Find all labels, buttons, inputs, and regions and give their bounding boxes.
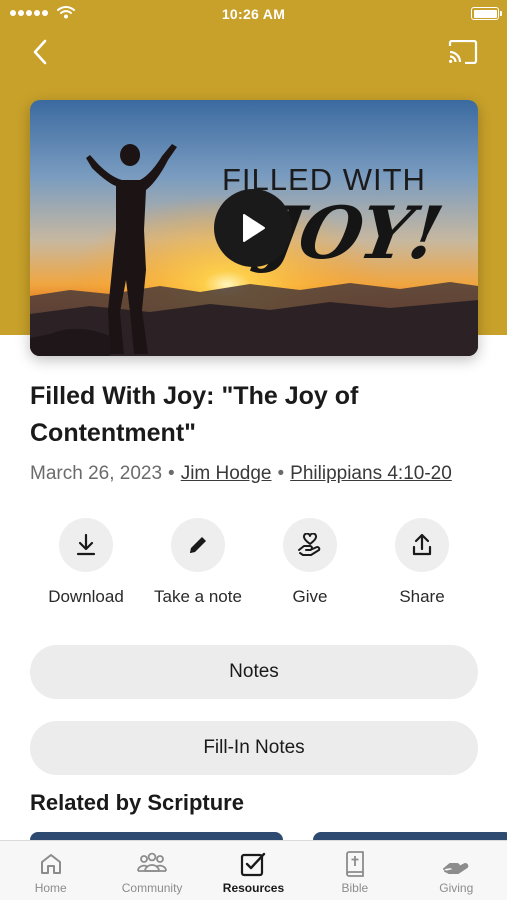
give-label: Give xyxy=(292,587,328,606)
play-button[interactable] xyxy=(214,189,292,267)
share-button[interactable]: Share xyxy=(366,518,478,607)
cast-icon xyxy=(448,40,478,64)
tab-giving-label: Giving xyxy=(439,881,474,895)
bible-icon xyxy=(345,851,364,877)
pencil-icon xyxy=(171,518,225,572)
share-label: Share xyxy=(399,587,445,606)
download-label: Download xyxy=(48,587,124,606)
tab-home[interactable]: Home xyxy=(0,841,101,900)
tab-community[interactable]: Community xyxy=(101,841,202,900)
take-note-button[interactable]: Take a note xyxy=(142,518,254,607)
sermon-title: Filled With Joy: "The Joy of Contentment… xyxy=(30,382,359,447)
status-bar: 10:26 AM xyxy=(0,0,507,28)
related-section-title: Related by Scripture xyxy=(30,790,244,815)
home-icon xyxy=(40,854,61,874)
tab-bar: Home Community Resources Bible Giving xyxy=(0,840,507,900)
back-button[interactable] xyxy=(26,36,54,68)
meta-separator: • xyxy=(168,463,175,484)
meta-separator: • xyxy=(277,463,285,484)
fill-in-notes-button-label: Fill-In Notes xyxy=(203,737,305,758)
give-hand-heart-icon xyxy=(283,518,337,572)
giving-icon xyxy=(443,863,469,874)
sermon-video-thumbnail[interactable]: FILLED WITH JOY! xyxy=(30,100,478,356)
tab-community-label: Community xyxy=(121,881,183,895)
resources-icon xyxy=(241,852,266,877)
sermon-date: March 26, 2023 xyxy=(30,463,163,484)
notes-button[interactable]: Notes xyxy=(30,645,478,699)
tab-resources[interactable]: Resources xyxy=(203,841,304,900)
cast-button[interactable] xyxy=(447,38,479,66)
share-icon xyxy=(395,518,449,572)
status-time: 10:26 AM xyxy=(221,6,286,22)
chevron-left-icon xyxy=(33,39,47,65)
sermon-meta: March 26, 2023 • Jim Hodge • Philippians 4:1… xyxy=(30,463,500,485)
tab-bible-label: Bible xyxy=(341,881,369,895)
download-button[interactable]: Download xyxy=(30,518,142,607)
tab-giving[interactable]: Giving xyxy=(406,841,507,900)
tab-home-label: Home xyxy=(34,881,67,895)
community-icon xyxy=(137,852,167,872)
play-icon xyxy=(243,214,265,242)
speaker-link[interactable]: Jim Hodge xyxy=(181,463,272,484)
download-icon xyxy=(59,518,113,572)
scripture-link[interactable]: Philippians 4:10-20 xyxy=(290,463,452,484)
action-row: Download Take a note Give Share xyxy=(28,518,478,608)
tab-resources-label: Resources xyxy=(222,881,285,895)
give-button[interactable]: Give xyxy=(254,518,366,607)
take-note-label: Take a note xyxy=(154,587,242,606)
notes-button-label: Notes xyxy=(229,661,279,682)
tab-bible[interactable]: Bible xyxy=(304,841,405,900)
fill-in-notes-button[interactable]: Fill-In Notes xyxy=(30,721,478,775)
battery-icon xyxy=(471,7,502,20)
